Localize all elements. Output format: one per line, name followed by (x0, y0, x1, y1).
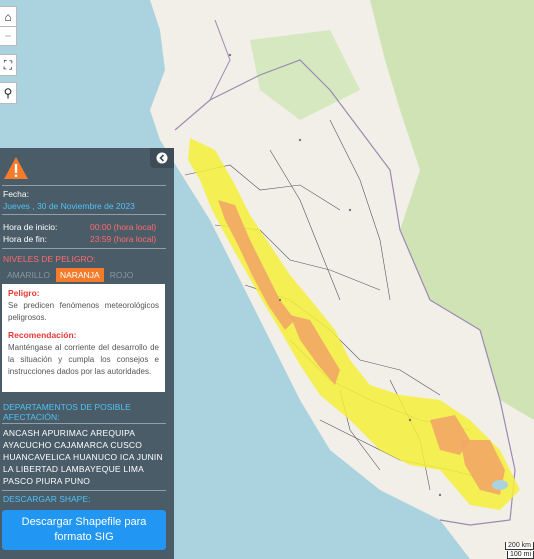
end-time-value: 23:59 (hora local) (90, 234, 157, 244)
danger-level-tabs: AMARILLO NARANJA ROJO (3, 268, 137, 282)
download-shapefile-button[interactable]: Descargar Shapefile para formato SIG (2, 510, 166, 550)
separator (2, 490, 166, 491)
date-label: Fecha: (3, 189, 29, 199)
download-shape-title: DESCARGAR SHAPE: (3, 494, 91, 504)
separator (2, 423, 166, 424)
home-button[interactable]: ⌂ (0, 6, 17, 28)
fullscreen-button[interactable]: ⛶ (0, 54, 17, 76)
fullscreen-icon: ⛶ (3, 57, 13, 72)
collapse-panel-button[interactable] (150, 148, 174, 168)
recommendation-title: Recomendación: (8, 330, 77, 340)
scale-bar-mi: 100 mi (506, 551, 534, 559)
departments-title: DEPARTAMENTOS DE POSIBLE AFECTACIÓN: (3, 402, 131, 422)
minus-icon: − (4, 29, 12, 43)
danger-levels-title: NIVELES DE PELIGRO: (3, 254, 96, 264)
end-time-label: Hora de fin: (3, 234, 47, 244)
danger-title: Peligro: (8, 288, 40, 298)
scale-bar-km: 200 km (505, 542, 534, 550)
date-value: Jueves , 30 de Noviembre de 2023 (3, 201, 135, 211)
danger-description-card: Peligro: Se predicen fenómenos meteoroló… (2, 284, 165, 392)
home-icon: ⌂ (4, 10, 12, 24)
level-amarillo[interactable]: AMARILLO (3, 268, 54, 282)
start-time-value: 00:00 (hora local) (90, 222, 157, 232)
warning-icon (4, 157, 28, 179)
start-time-label: Hora de inicio: (3, 222, 58, 232)
search-button[interactable]: ⚲ (0, 82, 17, 104)
departments-list: ANCASH APURIMAC AREQUIPA AYACUCHO CAJAMA… (3, 428, 163, 486)
search-icon: ⚲ (3, 86, 13, 100)
arrow-left-circle-icon (156, 152, 168, 164)
level-rojo[interactable]: ROJO (106, 268, 138, 282)
recommendation-text: Manténgase al corriente del desarrollo d… (8, 343, 159, 376)
zoom-out-button[interactable]: − (0, 26, 17, 46)
level-naranja[interactable]: NARANJA (56, 268, 104, 282)
danger-text: Se predicen fenómenos meteorológicos pel… (8, 301, 159, 322)
